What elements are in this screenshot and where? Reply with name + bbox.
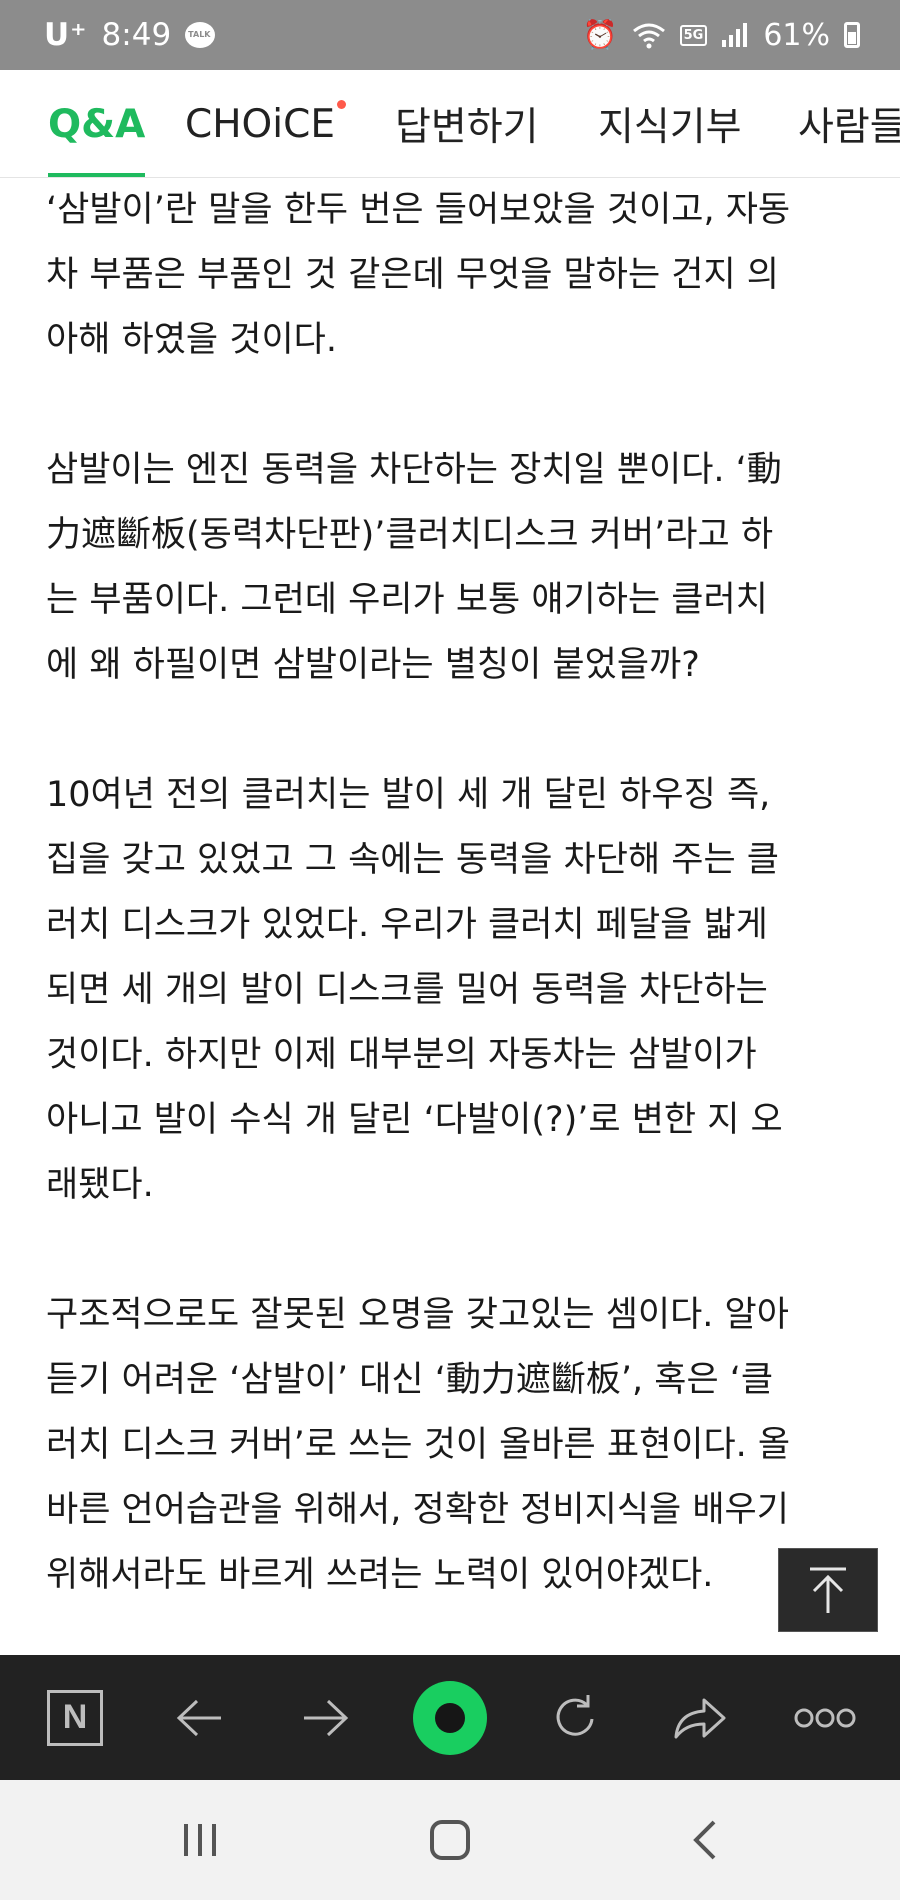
back-button[interactable] xyxy=(155,1655,245,1780)
green-dot-button[interactable] xyxy=(405,1655,495,1780)
refresh-icon xyxy=(556,1694,594,1736)
carrier-label: U⁺ xyxy=(44,17,88,53)
system-back-button[interactable] xyxy=(655,1780,755,1900)
green-dot-icon xyxy=(413,1680,487,1755)
tab-label: CHOiCE xyxy=(185,101,335,147)
back-arrow-icon xyxy=(176,1699,221,1736)
battery-icon xyxy=(844,22,860,48)
naver-home-button[interactable]: N xyxy=(30,1655,120,1780)
tab-qna[interactable]: Q&A xyxy=(48,70,146,177)
kakaotalk-icon xyxy=(185,22,216,48)
article-body: ‘삼발이’란 말을 한두 번은 들어보았을 것이고, 자동 차 부품은 부품인 … xyxy=(46,178,866,1673)
naver-home-icon: N xyxy=(47,1689,103,1746)
article-paragraph: ‘삼발이’란 말을 한두 번은 들어보았을 것이고, 자동 차 부품은 부품인 … xyxy=(46,190,791,360)
naver-n-label: N xyxy=(62,1698,88,1736)
forward-arrow-icon xyxy=(304,1699,349,1736)
tab-label: Q&A xyxy=(48,101,146,147)
article-paragraph: 10여년 전의 클러치는 발이 세 개 달린 하우징 즉, 집을 갖고 있었고 … xyxy=(46,775,783,1205)
recent-apps-icon xyxy=(184,1824,216,1856)
tab-people[interactable]: 사람들 xyxy=(798,70,900,177)
home-button[interactable] xyxy=(400,1780,500,1900)
arrow-up-icon xyxy=(810,1567,846,1613)
more-icon xyxy=(794,1708,856,1727)
tab-donate[interactable]: 지식기부 xyxy=(598,70,742,177)
battery-percent: 61% xyxy=(763,17,830,53)
more-button[interactable] xyxy=(780,1655,870,1780)
new-badge-dot xyxy=(337,100,346,109)
network-type-badge: 5G xyxy=(679,24,708,46)
forward-button[interactable] xyxy=(280,1655,370,1780)
share-button[interactable] xyxy=(655,1655,745,1780)
tab-label: 사람들 xyxy=(798,105,900,150)
home-icon xyxy=(430,1820,470,1860)
tab-bar: Q&A CHOiCE 답변하기 지식기부 사람들 xyxy=(0,70,900,178)
wifi-icon xyxy=(632,23,665,49)
alarm-icon: ⏰ xyxy=(582,18,618,51)
signal-icon xyxy=(722,23,748,47)
refresh-button[interactable] xyxy=(530,1655,620,1780)
system-navigation-bar xyxy=(0,1780,900,1900)
share-icon xyxy=(674,1698,726,1738)
article-paragraph: 구조적으로도 잘못된 오명을 갖고있는 셈이다. 알아 듣기 어려운 ‘삼발이’… xyxy=(46,1295,791,1595)
article-paragraph: 삼발이는 엔진 동력을 차단하는 장치일 뿐이다. ‘動 力遮斷板(동력차단판)… xyxy=(46,450,782,685)
tab-label: 답변하기 xyxy=(395,105,539,150)
status-bar: U⁺ 8:49 ⏰ 5G 61% xyxy=(0,0,900,70)
tab-answer[interactable]: 답변하기 xyxy=(395,70,539,177)
back-icon xyxy=(693,1820,716,1860)
browser-toolbar: N xyxy=(0,1655,900,1780)
tab-label: 지식기부 xyxy=(598,105,742,150)
clock: 8:49 xyxy=(101,17,172,53)
tab-choice[interactable]: CHOiCE xyxy=(185,70,346,177)
recent-apps-button[interactable] xyxy=(150,1780,250,1900)
scroll-to-top-button[interactable] xyxy=(778,1548,878,1632)
